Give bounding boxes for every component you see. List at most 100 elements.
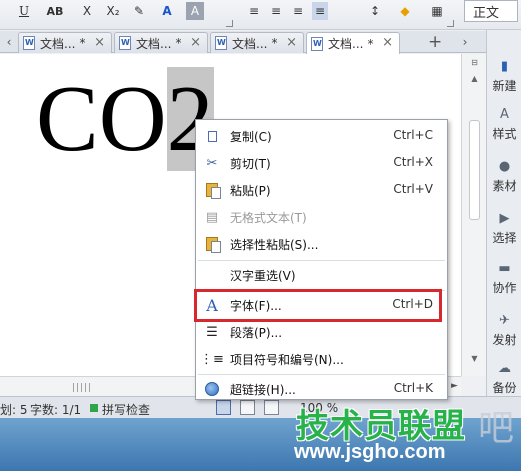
menu-item-reselect-hanzi[interactable]: 汉字重选(V) xyxy=(196,263,447,287)
document-icon xyxy=(215,36,227,50)
task-side-panel: ▮ 新建 A 样式 ● 素材 ▶ 选择 ▬ 协作 ✈ 发射 ☁ 备份 xyxy=(486,30,521,396)
plain-text-icon: ▤ xyxy=(205,209,219,225)
side-item-collaborate[interactable]: ▬ 协作 xyxy=(487,256,521,304)
word-count[interactable]: 字数: 1/1 xyxy=(30,401,81,418)
context-menu: 复制(C) Ctrl+C ✂ 剪切(T) Ctrl+X 粘贴(P) Ctrl+V… xyxy=(195,119,448,400)
align-center-icon[interactable]: ≡ xyxy=(268,2,284,20)
tab-title: 文档... xyxy=(232,36,268,51)
tab-modified-mark: * xyxy=(271,36,278,50)
tab-close-icon[interactable]: × xyxy=(190,35,201,50)
side-item-label: 协作 xyxy=(492,281,517,295)
highlight-button[interactable]: ✎ xyxy=(128,2,150,20)
menu-item-label: 复制(C) xyxy=(230,130,272,144)
web-view-icon[interactable] xyxy=(264,400,279,415)
tab-close-icon[interactable]: × xyxy=(94,35,105,50)
horizontal-scroll-thumb[interactable]: ||||| xyxy=(72,383,92,393)
borders-icon[interactable]: ▦ xyxy=(426,2,448,20)
page-indicator[interactable]: 划: 5 xyxy=(0,401,28,418)
style-icon: A xyxy=(500,106,509,122)
menu-separator xyxy=(198,374,445,375)
document-icon xyxy=(311,36,323,51)
align-justify-icon[interactable]: ≡ xyxy=(312,2,328,20)
menu-item-hyperlink[interactable]: 超链接(H)... Ctrl+K xyxy=(196,377,447,401)
collaborate-icon: ▬ xyxy=(498,260,511,276)
tab-modified-mark: * xyxy=(175,36,182,50)
document-text[interactable]: CO2 xyxy=(36,64,214,174)
scroll-up-icon[interactable]: ▲ xyxy=(469,74,480,85)
watermark-url: www.jsgho.com xyxy=(294,441,446,463)
menu-item-cut[interactable]: ✂ 剪切(T) Ctrl+X xyxy=(196,151,447,175)
font-group-launcher-icon[interactable] xyxy=(226,20,233,27)
watermark-side-glyph: 吧 xyxy=(478,408,515,449)
font-item-highlight-box xyxy=(194,289,442,322)
document-tab[interactable]: 文档... * × xyxy=(114,32,208,53)
menu-item-label: 选择性粘贴(S)... xyxy=(230,238,319,252)
menu-item-paragraph[interactable]: ☰ 段落(P)... xyxy=(196,320,447,344)
paste-special-icon xyxy=(204,236,221,253)
scroll-right-icon[interactable]: ► xyxy=(451,381,458,391)
menu-item-paste[interactable]: 粘贴(P) Ctrl+V xyxy=(196,178,447,202)
strikethrough-button[interactable]: AB xyxy=(44,2,66,20)
side-item-label: 备份 xyxy=(492,381,517,395)
new-tab-icon[interactable]: + xyxy=(428,32,442,52)
select-icon: ▶ xyxy=(499,210,510,226)
menu-item-shortcut: Ctrl+V xyxy=(393,182,433,196)
vertical-scroll-thumb[interactable] xyxy=(469,120,480,220)
paragraph-icon: ☰ xyxy=(206,324,218,340)
menu-item-label: 超链接(H)... xyxy=(230,383,296,397)
side-item-label: 新建 xyxy=(492,79,517,93)
subscript-button[interactable]: X₂ xyxy=(102,2,124,20)
spell-check-icon xyxy=(90,404,98,412)
page-view-icon[interactable] xyxy=(216,400,231,415)
menu-item-paste-special[interactable]: 选择性粘贴(S)... xyxy=(196,232,447,256)
document-tab-bar: ‹ 文档... * × 文档... * × 文档... * × 文档... * … xyxy=(0,31,486,54)
tab-list-chevron-icon[interactable]: › xyxy=(458,34,472,50)
menu-item-shortcut: Ctrl+X xyxy=(393,155,433,169)
char-shading-button[interactable]: A xyxy=(186,2,204,20)
side-item-new[interactable]: ▮ 新建 xyxy=(487,54,521,102)
tab-close-icon[interactable]: × xyxy=(382,35,393,50)
side-item-select[interactable]: ▶ 选择 xyxy=(487,206,521,254)
scroll-down-icon[interactable]: ▼ xyxy=(469,354,480,365)
tab-close-icon[interactable]: × xyxy=(286,35,297,50)
document-text-plain[interactable]: CO xyxy=(36,67,167,171)
tab-modified-mark: * xyxy=(367,36,374,51)
menu-item-label: 项目符号和编号(N)... xyxy=(230,353,344,367)
shading-icon[interactable]: ◆ xyxy=(392,2,418,20)
superscript-button[interactable]: X xyxy=(80,2,94,20)
document-tab[interactable]: 文档... * × xyxy=(210,32,304,53)
menu-item-shortcut: Ctrl+C xyxy=(393,128,433,142)
outline-view-icon[interactable] xyxy=(240,400,255,415)
side-item-label: 样式 xyxy=(492,127,517,141)
line-spacing-icon[interactable]: ↕ xyxy=(364,2,386,20)
copy-icon xyxy=(204,127,223,144)
menu-item-label: 剪切(T) xyxy=(230,157,271,171)
style-gallery-box[interactable]: 正文 xyxy=(464,0,518,22)
underline-button[interactable]: U xyxy=(16,2,32,20)
side-item-send[interactable]: ✈ 发射 xyxy=(487,308,521,356)
menu-item-label: 汉字重选(V) xyxy=(230,269,296,283)
side-item-label: 选择 xyxy=(492,231,517,245)
scroll-top-icon[interactable]: ⊟ xyxy=(469,58,480,69)
tab-title: 文档... xyxy=(136,36,172,51)
spell-check-toggle[interactable]: 拼写检查 xyxy=(102,401,150,418)
send-icon: ✈ xyxy=(499,312,510,328)
side-item-style[interactable]: A 样式 xyxy=(487,102,521,150)
font-color-button[interactable]: A xyxy=(156,2,178,20)
menu-item-bullets-numbering[interactable]: ⋮≡ 项目符号和编号(N)... xyxy=(196,347,447,371)
bullets-icon: ⋮≡ xyxy=(200,351,224,367)
align-left-icon[interactable]: ≡ xyxy=(246,2,262,20)
paste-icon xyxy=(204,182,221,199)
menu-item-copy[interactable]: 复制(C) Ctrl+C xyxy=(196,124,447,148)
paragraph-group-launcher-icon[interactable] xyxy=(447,20,454,27)
align-right-icon[interactable]: ≡ xyxy=(290,2,306,20)
tab-scroll-left-icon[interactable]: ‹ xyxy=(2,34,16,50)
side-item-material[interactable]: ● 素材 xyxy=(487,154,521,202)
menu-item-label: 段落(P)... xyxy=(230,326,283,340)
menu-item-label: 无格式文本(T) xyxy=(230,211,307,225)
document-icon xyxy=(119,36,131,50)
vertical-scrollbar[interactable]: ⊟ ▲ ▼ xyxy=(461,54,486,376)
document-tab-active[interactable]: 文档... * × xyxy=(306,32,400,54)
menu-item-label: 粘贴(P) xyxy=(230,184,271,198)
document-tab[interactable]: 文档... * × xyxy=(18,32,112,53)
